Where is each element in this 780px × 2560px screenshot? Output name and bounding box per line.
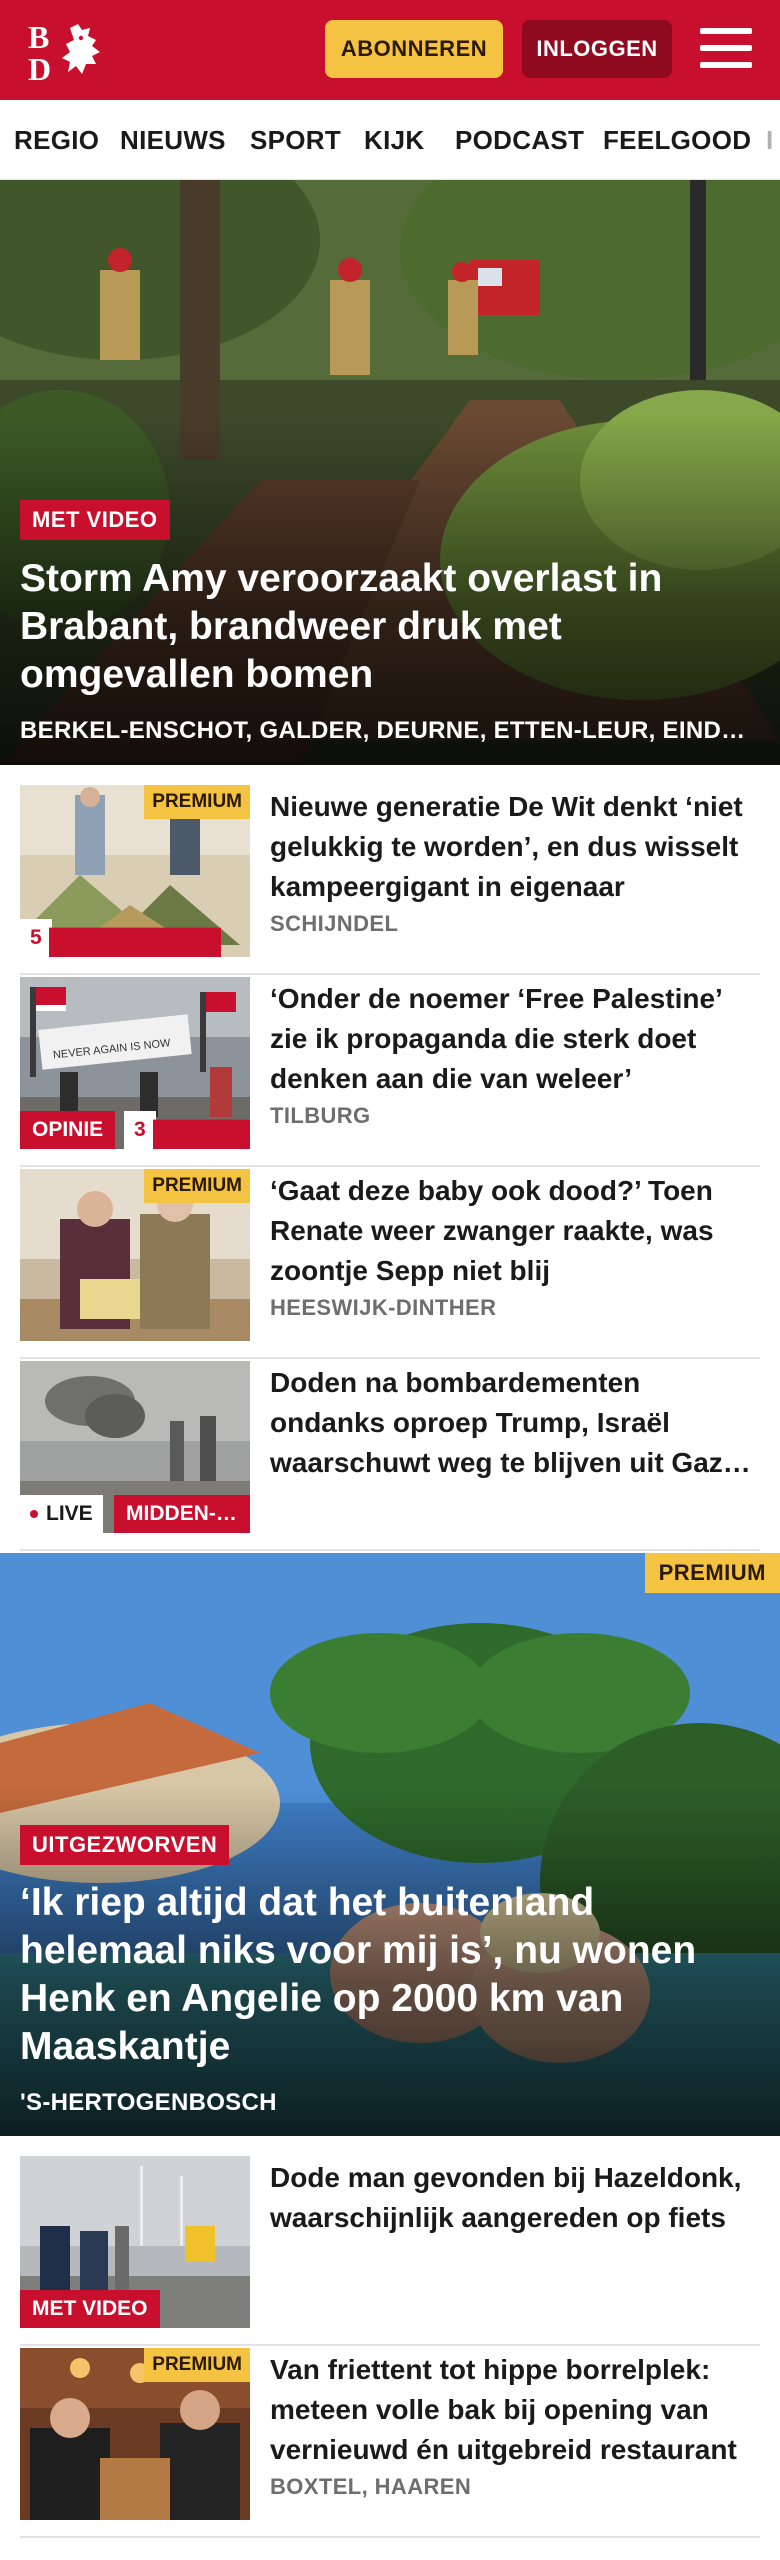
premium-badge: PREMIUM (144, 785, 250, 819)
list-item[interactable]: LIVE MIDDEN-OOSTEN Doden na bombardement… (20, 1361, 760, 1551)
video-label: MET VIDEO (20, 500, 170, 540)
login-button[interactable]: INLOGGEN (522, 20, 672, 78)
comment-count[interactable]: 3 (124, 1111, 250, 1149)
list-item[interactable]: PREMIUM ‘Gaat deze baby ook dood?’ Toen … (20, 1169, 760, 1359)
hero-location: 'S-HERTOGENBOSCH (20, 2089, 277, 2116)
nav-item-sport[interactable]: SPORT (250, 100, 341, 179)
hero-article-storm[interactable]: MET VIDEO Storm Amy veroorzaakt overlast… (0, 180, 780, 765)
hero-title[interactable]: ‘Ik riep altijd dat het buitenland helem… (20, 1879, 750, 2071)
list-item[interactable]: NEVER AGAIN IS NOW OPINIE 3 ‘Onder de no… (20, 977, 760, 1167)
bd-logo[interactable]: B D (26, 18, 114, 84)
article-location: SCHIJNDEL (270, 911, 399, 936)
list-item[interactable]: PREMIUM 5 Nieuwe generatie De Wit denkt … (20, 785, 760, 975)
opinion-badge: OPINIE (20, 1111, 116, 1149)
article-title[interactable]: Dode man gevonden bij Hazeldonk, waarsch… (270, 2158, 755, 2238)
live-label: LIVE (46, 1502, 93, 1525)
menu-icon[interactable] (700, 24, 752, 72)
subscribe-button[interactable]: ABONNEREN (325, 20, 503, 78)
comment-icon (49, 927, 221, 957)
article-title[interactable]: Nieuwe generatie De Wit denkt ‘niet gelu… (270, 787, 755, 907)
nav-item-kijk[interactable]: KIJK (364, 100, 424, 179)
nav-item-regio[interactable]: REGIO (14, 100, 99, 179)
list-item[interactable]: PREMIUM Van friettent tot hippe borrelpl… (20, 2348, 760, 2538)
nav-item-more[interactable]: I (766, 100, 774, 179)
nav-item-feelgood[interactable]: FEELGOOD (603, 100, 751, 179)
category-label: UITGEZWORVEN (20, 1825, 230, 1865)
article-location: HEESWIJK-DINTHER (270, 1295, 497, 1320)
svg-text:D: D (28, 51, 51, 84)
premium-badge: PREMIUM (144, 2348, 250, 2382)
section-nav: REGIO NIEUWS SPORT KIJK PODCAST FEELGOOD… (0, 100, 780, 180)
article-thumbnail: PREMIUM 5 (20, 785, 250, 957)
hero-title[interactable]: Storm Amy veroorzaakt overlast in Braban… (20, 555, 750, 699)
article-thumbnail: LIVE MIDDEN-OOSTEN (20, 1361, 250, 1533)
list-item[interactable]: MET VIDEO Dode man gevonden bij Hazeldon… (20, 2156, 760, 2346)
region-badge: MIDDEN-OOSTEN (114, 1495, 250, 1533)
article-title[interactable]: ‘Onder de noemer ‘Free Palestine’ zie ik… (270, 979, 755, 1099)
video-label: MET VIDEO (20, 2290, 160, 2328)
article-location: BOXTEL, HAAREN (270, 2474, 472, 2499)
live-dot-icon (30, 1510, 38, 1518)
article-location: TILBURG (270, 1103, 371, 1128)
svg-text:B: B (28, 19, 49, 55)
article-thumbnail: PREMIUM (20, 2348, 250, 2520)
article-thumbnail: MET VIDEO (20, 2156, 250, 2328)
comment-count[interactable]: 5 (20, 919, 221, 957)
nav-item-podcast[interactable]: PODCAST (455, 100, 584, 179)
hero-article-uitgezworven[interactable]: PREMIUM UITGEZWORVEN ‘Ik riep altijd dat… (0, 1553, 780, 2136)
hero-locations: BERKEL-ENSCHOT, GALDER, DEURNE, ETTEN-LE… (20, 717, 760, 744)
article-title[interactable]: Van friettent tot hippe borrelplek: mete… (270, 2350, 755, 2470)
premium-badge: PREMIUM (144, 1169, 250, 1203)
article-title[interactable]: Doden na bombardementen ondanks oproep T… (270, 1363, 755, 1483)
article-thumbnail: NEVER AGAIN IS NOW OPINIE 3 (20, 977, 250, 1149)
comment-icon (153, 1119, 250, 1149)
premium-badge: PREMIUM (644, 1553, 780, 1593)
article-title[interactable]: ‘Gaat deze baby ook dood?’ Toen Renate w… (270, 1171, 755, 1291)
article-thumbnail: PREMIUM (20, 1169, 250, 1341)
nav-item-nieuws[interactable]: NIEUWS (120, 100, 226, 179)
top-bar: B D ABONNEREN INLOGGEN (0, 0, 780, 100)
live-badge: LIVE (20, 1495, 103, 1533)
